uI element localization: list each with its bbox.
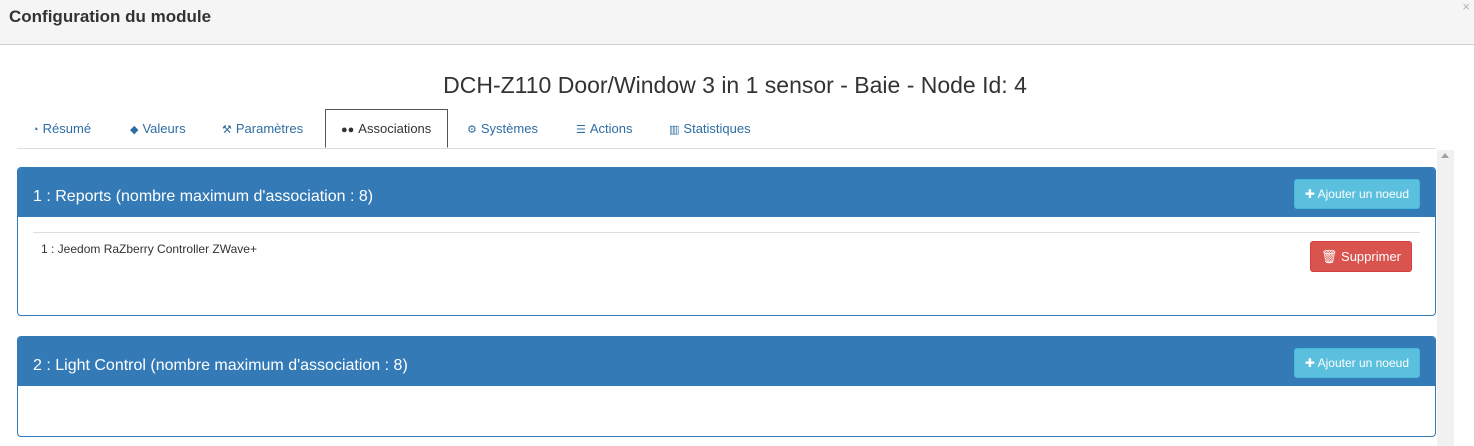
- panel-title: 2 : Light Control (nombre maximum d'asso…: [33, 357, 408, 374]
- add-node-button[interactable]: ✚ Ajouter un noeud: [1293, 179, 1420, 209]
- tab-valeurs[interactable]: ◆ Valeurs: [115, 109, 201, 149]
- delete-node-button[interactable]: 🗑 Supprimer: [1309, 241, 1412, 272]
- tab-statistiques[interactable]: ▥ Statistiques: [654, 109, 766, 149]
- bar-chart-icon: ▥: [669, 124, 680, 136]
- divider: [33, 232, 1420, 233]
- tab-label: Actions: [589, 121, 633, 136]
- users-icon: ●●: [341, 124, 355, 136]
- add-node-button[interactable]: ✚ Ajouter un noeud: [1293, 348, 1420, 378]
- dialog-header: Configuration du module ×: [0, 0, 1474, 45]
- panel-title: 1 : Reports (nombre maximum d'associatio…: [33, 188, 374, 205]
- tag-icon: ◆: [130, 124, 139, 136]
- scroll-up-arrow-icon[interactable]: [1441, 153, 1449, 158]
- wrench-icon: ⚒: [222, 124, 232, 136]
- add-node-label: Ajouter un noeud: [1317, 187, 1409, 201]
- sliders-icon: ☰: [576, 124, 586, 136]
- panel-body: 1 : Jeedom RaZberry Controller ZWave+ 🗑 …: [18, 217, 1435, 315]
- tab-resume[interactable]: ◔ Résumé: [17, 109, 106, 149]
- tab-label: Statistiques: [683, 121, 751, 136]
- panel-heading: 1 : Reports (nombre maximum d'associatio…: [18, 168, 1435, 217]
- tachometer-icon: ◔: [32, 124, 39, 136]
- delete-label: Supprimer: [1341, 249, 1401, 264]
- tab-label: Paramètres: [235, 121, 304, 136]
- trash-icon: 🗑: [1320, 249, 1338, 264]
- cogs-icon: ⚙: [467, 124, 477, 136]
- associated-node-label: 1 : Jeedom RaZberry Controller ZWave+: [41, 242, 257, 256]
- panel-heading: 2 : Light Control (nombre maximum d'asso…: [18, 337, 1435, 386]
- tab-label: Associations: [358, 121, 432, 136]
- plus-icon: ✚: [1304, 356, 1315, 370]
- node-title: DCH-Z110 Door/Window 3 in 1 sensor - Bai…: [443, 72, 1027, 98]
- tab-parametres[interactable]: ⚒ Paramètres: [207, 109, 318, 149]
- tab-actions[interactable]: ☰ Actions: [561, 109, 648, 149]
- tab-bar: ◔ Résumé ◆ Valeurs ⚒ Paramètres ●● Associati…: [17, 109, 1436, 149]
- association-group-panel: 1 : Reports (nombre maximum d'associatio…: [17, 167, 1436, 316]
- close-icon[interactable]: ×: [1462, 0, 1470, 14]
- scrollbar[interactable]: [1437, 150, 1454, 446]
- tab-systemes[interactable]: ⚙ Systèmes: [452, 109, 553, 149]
- tab-label: Systèmes: [480, 121, 538, 136]
- panel-body: [18, 386, 1435, 436]
- tab-label: Résumé: [42, 121, 92, 136]
- association-group-panel: 2 : Light Control (nombre maximum d'asso…: [17, 336, 1436, 437]
- dialog-title: Configuration du module: [9, 7, 212, 26]
- plus-icon: ✚: [1304, 187, 1315, 201]
- tab-associations[interactable]: ●● Associations: [325, 109, 448, 148]
- tab-label: Valeurs: [142, 121, 186, 136]
- add-node-label: Ajouter un noeud: [1317, 356, 1409, 370]
